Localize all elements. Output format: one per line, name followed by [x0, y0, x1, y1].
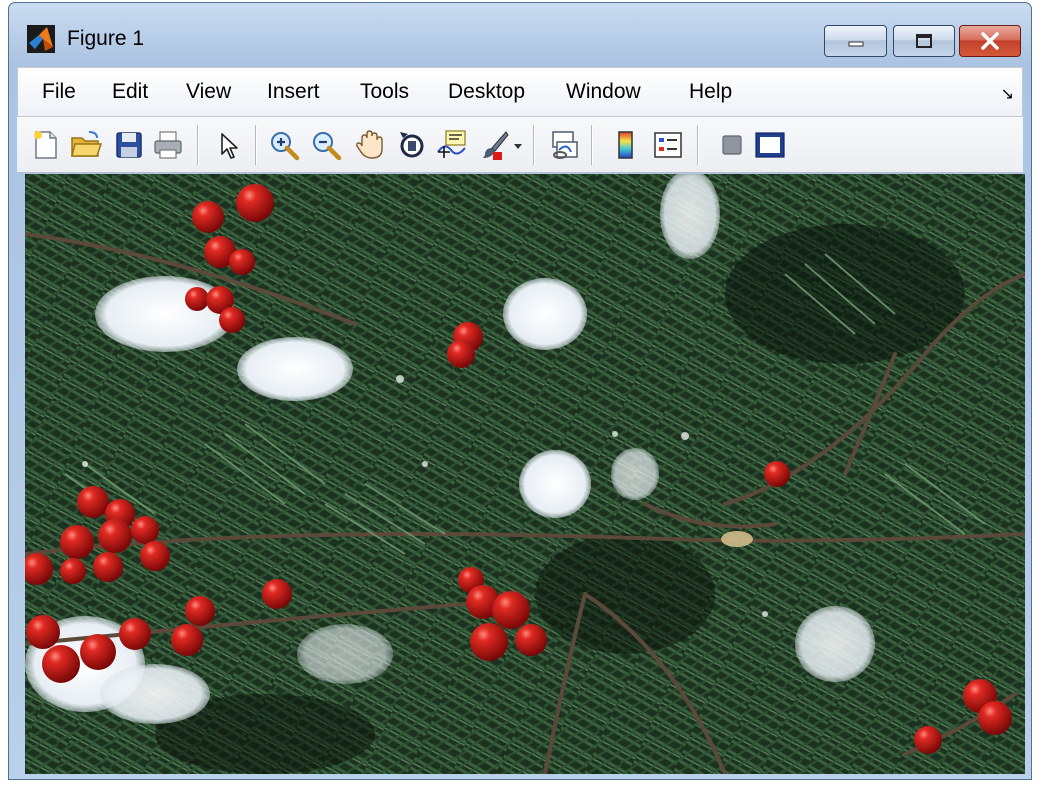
minimize-button[interactable]: [824, 25, 887, 57]
brush-icon[interactable]: [477, 128, 511, 162]
title-bar[interactable]: Figure 1: [9, 3, 1031, 63]
dock-figure-icon[interactable]: ↘: [1001, 84, 1014, 103]
pan-hand-icon[interactable]: [353, 128, 387, 162]
menu-file[interactable]: File: [42, 80, 76, 104]
figure-toolbar: [17, 117, 1023, 173]
colorbar-icon[interactable]: [609, 128, 643, 162]
matlab-logo-icon: [27, 25, 55, 53]
menu-bar: File Edit View Insert Tools Desktop Wind…: [17, 67, 1023, 117]
save-icon[interactable]: [112, 128, 146, 162]
open-file-icon[interactable]: [69, 128, 103, 162]
maximize-button[interactable]: [893, 25, 955, 57]
data-cursor-icon[interactable]: [435, 128, 469, 162]
brush-dropdown-icon[interactable]: [511, 128, 525, 162]
window-title: Figure 1: [67, 27, 145, 50]
menu-tools[interactable]: Tools: [360, 80, 409, 104]
minimize-icon: [848, 41, 863, 47]
menu-insert[interactable]: Insert: [267, 80, 320, 104]
link-plot-icon[interactable]: [547, 128, 581, 162]
show-plot-tools-icon[interactable]: [753, 128, 787, 162]
toolbar-separator: [591, 125, 593, 165]
figure-canvas[interactable]: [25, 174, 1025, 774]
legend-icon[interactable]: [651, 128, 685, 162]
close-button[interactable]: [959, 25, 1021, 57]
close-icon: [981, 32, 999, 50]
menu-desktop[interactable]: Desktop: [448, 80, 525, 104]
zoom-in-icon[interactable]: [267, 128, 301, 162]
rotate-3d-icon[interactable]: [395, 128, 429, 162]
new-figure-icon[interactable]: [29, 128, 63, 162]
figure-window: Figure 1 File Edit View Insert Tools Des…: [8, 2, 1032, 780]
hide-plot-tools-icon[interactable]: [715, 128, 749, 162]
zoom-out-icon[interactable]: [309, 128, 343, 162]
toolbar-separator: [255, 125, 257, 165]
menu-help[interactable]: Help: [689, 80, 732, 104]
print-icon[interactable]: [151, 128, 185, 162]
menu-view[interactable]: View: [186, 80, 231, 104]
menu-window[interactable]: Window: [566, 80, 641, 104]
menu-edit[interactable]: Edit: [112, 80, 148, 104]
holly-berries-photo: [25, 174, 1025, 774]
toolbar-separator: [533, 125, 535, 165]
edit-plot-arrow-icon[interactable]: [211, 128, 245, 162]
maximize-icon: [916, 34, 932, 48]
toolbar-separator: [697, 125, 699, 165]
toolbar-separator: [197, 125, 199, 165]
